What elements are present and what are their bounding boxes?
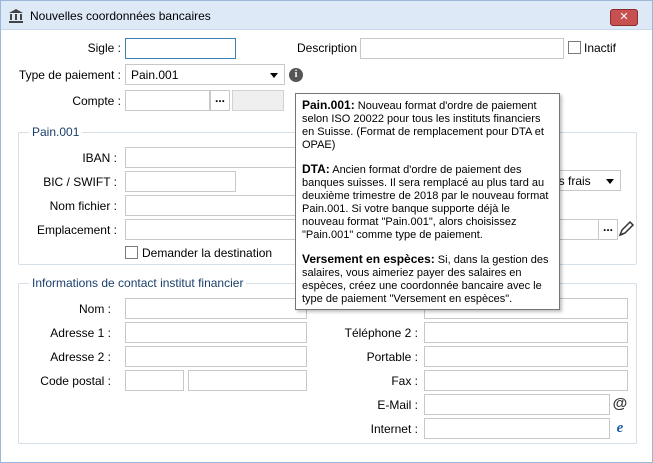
pen-icon[interactable] <box>616 219 636 240</box>
fax-label: Fax : <box>391 374 418 388</box>
internet-browser-icon[interactable]: e <box>610 418 630 439</box>
iban-input[interactable] <box>125 147 297 168</box>
internet-label: Internet : <box>370 422 418 436</box>
email-label: E-Mail : <box>377 398 418 412</box>
pain-group-title: Pain.001 <box>29 125 83 139</box>
emplacement-browse-button[interactable]: ... <box>598 219 618 240</box>
telephone2-input[interactable] <box>424 322 628 343</box>
bank-icon <box>9 9 23 23</box>
description-input[interactable] <box>360 38 564 59</box>
tooltip-versement: Versement en espèces: Si, dans la gestio… <box>302 252 549 306</box>
chevron-down-icon <box>270 73 278 78</box>
description-label: Description : <box>297 41 364 55</box>
iban-label: IBAN : <box>82 151 117 165</box>
code-postal-input[interactable] <box>125 370 184 391</box>
type-paiement-select[interactable]: Pain.001 <box>125 64 285 85</box>
window-title: Nouvelles coordonnées bancaires <box>30 9 211 23</box>
sigle-input[interactable] <box>125 38 236 59</box>
emplacement-input[interactable] <box>125 219 297 240</box>
title-bar[interactable]: Nouvelles coordonnées bancaires ✕ <box>1 1 652 30</box>
compte-label: Compte : <box>72 94 121 108</box>
nom-fichier-input[interactable] <box>125 195 297 216</box>
localite-input[interactable] <box>188 370 307 391</box>
demander-destination-label: Demander la destination <box>142 246 273 260</box>
close-button[interactable]: ✕ <box>610 9 638 26</box>
internet-input[interactable] <box>424 418 610 439</box>
nom-fichier-label: Nom fichier : <box>49 199 117 213</box>
portable-input[interactable] <box>424 346 628 367</box>
contact-group-title: Informations de contact institut financi… <box>29 276 247 290</box>
compte-input[interactable] <box>125 90 210 111</box>
sigle-label: Sigle : <box>87 41 121 55</box>
type-paiement-label: Type de paiement : <box>18 68 121 82</box>
telephone2-label: Téléphone 2 : <box>344 326 418 340</box>
compte-display-field <box>232 90 284 111</box>
demander-destination-checkbox[interactable] <box>125 246 138 259</box>
dialog-window: Nouvelles coordonnées bancaires ✕ Sigle … <box>0 0 653 463</box>
portable-label: Portable : <box>366 350 418 364</box>
adresse1-label: Adresse 1 : <box>50 326 111 340</box>
inactif-label: Inactif <box>584 41 617 55</box>
type-paiement-value: Pain.001 <box>131 68 179 82</box>
emplacement-label: Emplacement : <box>36 223 117 237</box>
adresse2-label: Adresse 2 : <box>50 350 111 364</box>
inactif-checkbox[interactable] <box>568 41 581 54</box>
tooltip-pain001: Pain.001: Nouveau format d'ordre de paie… <box>302 98 544 152</box>
close-icon: ✕ <box>619 11 629 23</box>
compte-browse-button[interactable]: ... <box>210 90 230 111</box>
code-postal-label: Code postal : <box>40 374 111 388</box>
tooltip-dta: DTA: Ancien format d'ordre de paiement d… <box>302 162 549 242</box>
payment-type-tooltip: Pain.001: Nouveau format d'ordre de paie… <box>295 93 560 310</box>
nom-label: Nom : <box>78 302 111 316</box>
nom-input[interactable] <box>125 298 307 319</box>
chevron-down-icon <box>606 179 614 184</box>
bic-swift-label: BIC / SWIFT : <box>43 175 117 189</box>
adresse2-input[interactable] <box>125 346 307 367</box>
fax-input[interactable] <box>424 370 628 391</box>
adresse1-input[interactable] <box>125 322 307 343</box>
info-icon[interactable]: i <box>289 68 303 82</box>
bic-swift-input[interactable] <box>125 171 236 192</box>
emplacement-input-end[interactable] <box>559 219 599 240</box>
email-at-icon[interactable]: @ <box>610 394 630 415</box>
email-input[interactable] <box>424 394 610 415</box>
